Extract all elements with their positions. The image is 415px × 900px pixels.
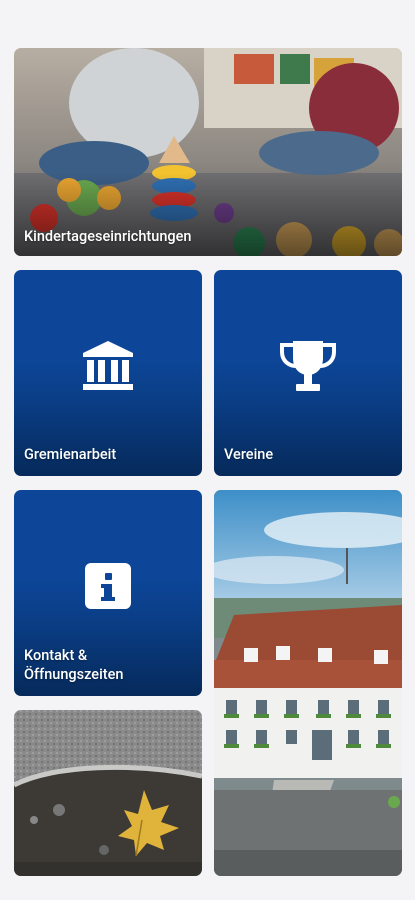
tile-vereine[interactable]: Vereine [214, 270, 402, 476]
building-columns-icon [81, 340, 135, 392]
town-hall-photo [214, 490, 402, 876]
toys-photo [14, 48, 402, 256]
leaf-on-asphalt-photo [14, 710, 202, 876]
tile-gremienarbeit[interactable]: Gremienarbeit [14, 270, 202, 476]
tile-label: Kindertageseinrichtungen [24, 228, 192, 245]
tile-leaf-photo[interactable] [14, 710, 202, 876]
tile-label: Kontakt & Öffnungszeiten [24, 647, 124, 683]
trophy-icon [279, 338, 337, 394]
tile-label: Vereine [224, 446, 274, 463]
info-icon [84, 562, 132, 610]
tile-kindertageseinrichtungen[interactable]: Kindertageseinrichtungen [14, 48, 402, 256]
tile-label: Gremienarbeit [24, 446, 117, 463]
tile-town-hall[interactable] [214, 490, 402, 876]
tile-kontakt-oeffnungszeiten[interactable]: Kontakt & Öffnungszeiten [14, 490, 202, 696]
app-screen: Kindertageseinrichtungen Gremienarbeit V… [0, 0, 415, 900]
